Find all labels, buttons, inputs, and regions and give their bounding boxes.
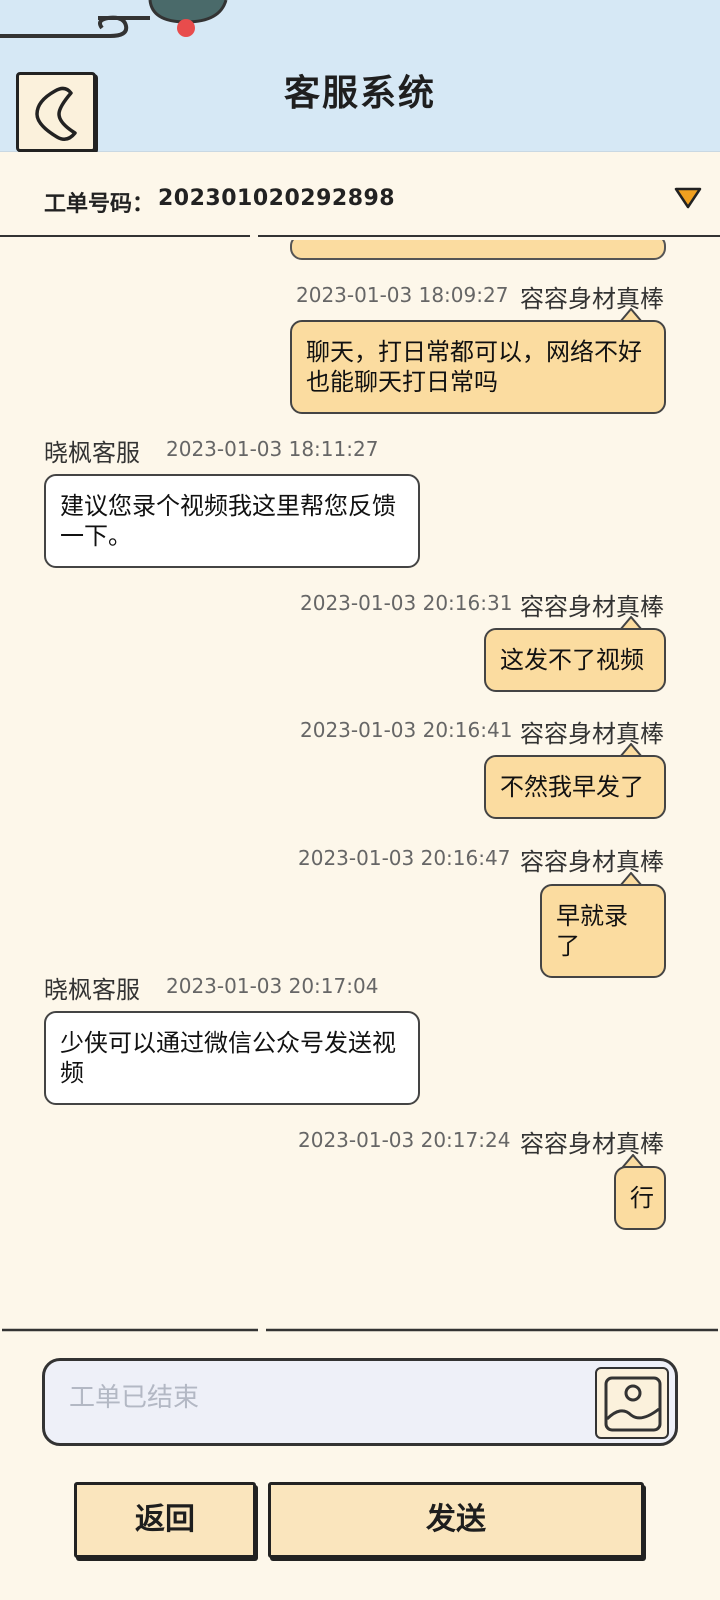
- message-sender-name: 容容身材真棒: [520, 720, 664, 748]
- divider: [0, 235, 720, 237]
- page-title: 客服系统: [283, 73, 436, 114]
- message-timestamp: 2023-01-03 18:09:27: [296, 283, 509, 307]
- message-timestamp: 2023-01-03 20:16:47: [298, 846, 511, 870]
- message-bubble[interactable]: 少侠可以通过微信公众号发送视频: [44, 1011, 420, 1105]
- ticket-bar: 工单号码： 202301020292898: [0, 152, 720, 238]
- image-upload-button[interactable]: [595, 1367, 669, 1439]
- message-bubble[interactable]: 行: [614, 1166, 666, 1230]
- message-sender-name: 容容身材真棒: [520, 593, 664, 621]
- divider: [2, 1328, 718, 1332]
- message-timestamp: 2023-01-03 20:16:41: [300, 718, 513, 742]
- ticket-number-label: 工单号码：: [44, 192, 155, 217]
- message-sender-name: 容容身材真棒: [520, 848, 664, 876]
- message-bubble[interactable]: 不然我早发了: [484, 755, 666, 819]
- dropdown-triangle-icon[interactable]: [674, 186, 702, 210]
- message-input-field[interactable]: 工单已结束: [42, 1358, 678, 1446]
- send-button[interactable]: 发送: [268, 1482, 644, 1558]
- message-timestamp: 2023-01-03 20:17:24: [298, 1128, 511, 1152]
- image-icon: [604, 1376, 662, 1432]
- message-sender-name: 晓枫客服: [44, 976, 140, 1004]
- message-bubble[interactable]: 早就录了: [540, 884, 666, 978]
- return-button[interactable]: 返回: [74, 1482, 256, 1558]
- message-timestamp: 2023-01-03 20:16:31: [300, 591, 513, 615]
- message-sender-name: 晓枫客服: [44, 439, 140, 467]
- chat-message-list[interactable]: 2023-01-03 18:09:27 容容身材真棒 聊天，打日常都可以，网络不…: [0, 240, 720, 1320]
- decorative-cloud-icon: [0, 0, 228, 38]
- message-bubble[interactable]: 这发不了视频: [484, 628, 666, 692]
- previous-message-bubble: [290, 240, 666, 260]
- message-bubble[interactable]: 建议您录个视频我这里帮您反馈一下。: [44, 474, 420, 568]
- input-placeholder: 工单已结束: [69, 1383, 200, 1413]
- message-timestamp: 2023-01-03 18:11:27: [166, 437, 379, 461]
- message-sender-name: 容容身材真棒: [520, 285, 664, 313]
- ticket-number-value: 202301020292898: [158, 186, 396, 211]
- header-bar: 客服系统: [0, 0, 720, 152]
- message-timestamp: 2023-01-03 20:17:04: [166, 974, 379, 998]
- message-bubble[interactable]: 聊天，打日常都可以，网络不好也能聊天打日常吗: [290, 320, 666, 414]
